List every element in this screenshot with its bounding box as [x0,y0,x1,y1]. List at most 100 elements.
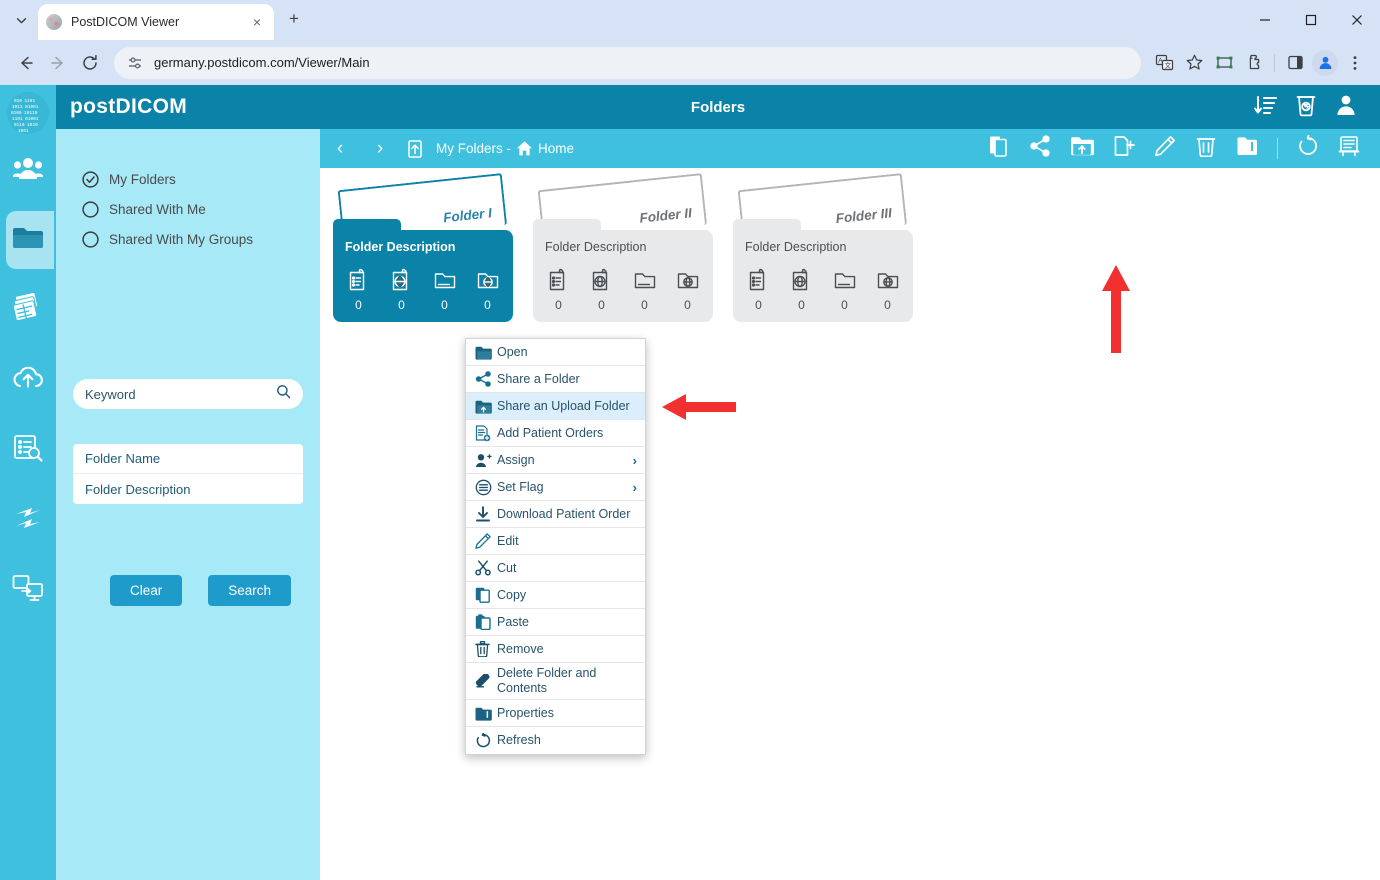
site-settings-icon[interactable] [126,54,144,72]
chrome-menu-icon[interactable] [1340,48,1370,78]
menu-item-label: Download Patient Order [497,506,631,521]
back-icon[interactable] [10,47,42,79]
share-upload-folder-icon[interactable] [1070,135,1094,162]
sidebar-item-sync[interactable] [0,485,56,555]
arrow-left-to-share-upload-menu-item [660,392,738,427]
share-icon[interactable] [1029,135,1051,162]
menu-item-share-a-folder[interactable]: Share a Folder [466,366,645,393]
edit-icon[interactable] [1154,135,1176,162]
search-button[interactable]: Search [208,575,292,606]
add-document-icon [475,424,497,442]
refresh-icon[interactable] [1297,134,1319,162]
menu-item-share-an-upload-folder[interactable]: Share an Upload Folder [466,393,645,420]
menu-item-assign[interactable]: Assign › [466,447,645,474]
copy-icon[interactable] [988,135,1010,162]
back-button[interactable]: ‹ [320,138,360,160]
sidebar-item-patients[interactable] [0,135,56,205]
count-value: 0 [841,298,848,312]
search-input-placeholder: Keyword [85,386,136,402]
translate-icon[interactable]: A 文 [1149,48,1179,78]
user-account-icon[interactable] [1334,93,1358,122]
menu-item-download-patient-order[interactable]: Download Patient Order [466,501,645,528]
recycle-bin-icon[interactable] [1294,93,1318,122]
capture-icon[interactable] [1209,48,1239,78]
breadcrumb-home[interactable]: Home [538,141,574,156]
eraser-icon [475,673,497,689]
menu-item-refresh[interactable]: Refresh [466,727,645,754]
forward-button[interactable]: › [360,138,400,160]
cloud-upload-icon [11,365,45,396]
list-search-icon [13,434,43,467]
count-folder-open: 0 [828,268,861,312]
menu-item-copy[interactable]: Copy [466,582,645,609]
maximize-icon[interactable] [1288,0,1334,40]
search-icon[interactable] [276,384,291,404]
close-icon[interactable]: × [248,15,266,29]
home-icon[interactable] [516,140,533,157]
clear-button[interactable]: Clear [110,575,183,606]
side-panel-icon[interactable] [1280,48,1310,78]
svg-text:1011 01001: 1011 01001 [12,105,39,110]
menu-item-properties[interactable]: Properties [466,700,645,727]
sidebar-item-reports[interactable] [0,415,56,485]
radio-shared-with-me[interactable]: Shared With Me [82,194,320,224]
minimize-icon[interactable] [1242,0,1288,40]
breadcrumb-root[interactable]: My Folders - [436,141,511,156]
trash-icon [475,641,497,657]
menu-item-open[interactable]: Open [466,339,645,366]
clipboard-globe-icon [790,268,814,297]
menu-item-label: Share an Upload Folder [497,398,630,413]
share-icon [475,371,497,387]
radio-my-folders[interactable]: My Folders [82,164,320,194]
menu-item-edit[interactable]: Edit [466,528,645,555]
field-folder-name[interactable]: Folder Name [73,444,303,474]
report-icon[interactable] [1338,135,1360,162]
field-list: Folder Name Folder Description [73,444,303,504]
radio-shared-with-my-groups[interactable]: Shared With My Groups [82,224,320,254]
count-clipboard-list: 0 [742,268,775,312]
up-level-icon[interactable] [402,139,428,159]
address-bar[interactable]: germany.postdicom.com/Viewer/Main [114,46,1141,79]
reload-icon[interactable] [74,47,106,79]
sidebar-item-remote[interactable] [0,555,56,625]
folder-counts: 0 0 0 0 [342,268,504,312]
sidebar-item-upload[interactable] [0,345,56,415]
copy-icon [475,587,497,603]
new-folder-icon[interactable] [1113,135,1135,162]
assign-user-icon [475,453,497,468]
tab-title: PostDICOM Viewer [71,15,180,29]
bookmark-star-icon[interactable] [1179,48,1209,78]
profile-icon[interactable] [1312,49,1338,76]
sidebar-item-studies[interactable] [0,275,56,345]
field-folder-description[interactable]: Folder Description [73,474,303,504]
pencil-icon [475,533,497,549]
folder-open-icon [433,268,457,297]
menu-item-add-patient-orders[interactable]: Add Patient Orders [466,420,645,447]
sort-descending-icon[interactable] [1254,93,1278,122]
search-input[interactable]: Keyword [73,379,303,409]
count-value: 0 [798,298,805,312]
menu-item-cut[interactable]: Cut [466,555,645,582]
svg-text:1001: 1001 [18,129,29,134]
properties-icon[interactable] [1236,135,1258,162]
chevron-right-icon: › [632,479,637,495]
delete-icon[interactable] [1195,135,1217,162]
browser-tab[interactable]: PostDICOM Viewer × [38,4,274,40]
clipboard-globe-icon [590,268,614,297]
app-header: postDICOM Folders [56,85,1380,129]
menu-item-remove[interactable]: Remove [466,636,645,663]
menu-item-delete-folder-and-contents[interactable]: Delete Folder and Contents [466,663,645,700]
folder-title: Folder III [835,205,893,227]
menu-item-paste[interactable]: Paste [466,609,645,636]
forward-icon[interactable] [42,47,74,79]
sidebar-item-folders[interactable] [0,205,56,275]
tab-list-button[interactable] [8,7,34,33]
radio-empty-icon [82,200,99,218]
new-tab-button[interactable]: + [283,9,305,31]
menu-item-set-flag[interactable]: Set Flag › [466,474,645,501]
postdicom-globe-logo: 010 1101 1011 01001 0100 10110 1101 01001 … [6,91,50,135]
close-window-icon[interactable] [1334,0,1380,40]
folder-open-icon [633,268,657,297]
count-clipboard-globe: 0 [785,268,818,312]
extensions-icon[interactable] [1239,48,1269,78]
